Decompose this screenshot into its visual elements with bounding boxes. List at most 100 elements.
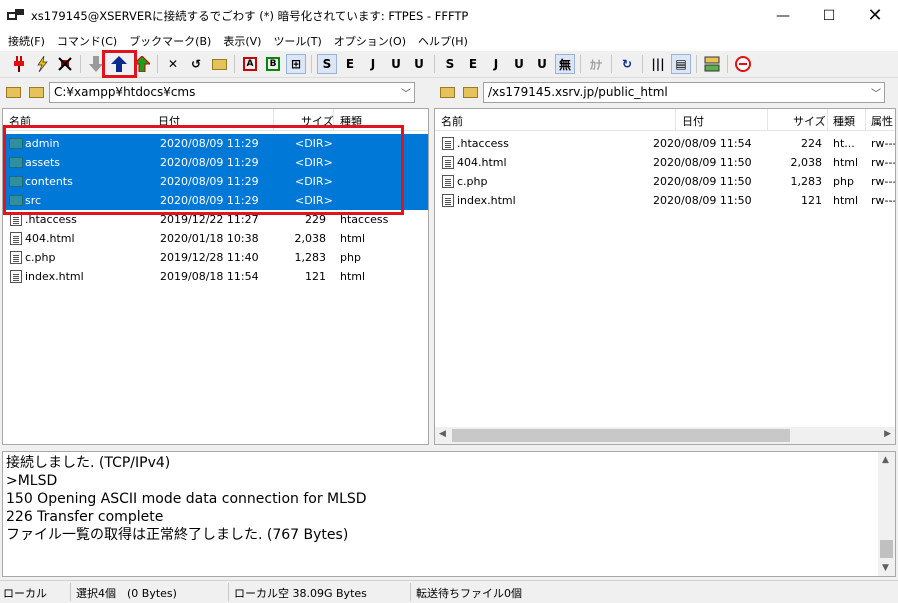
scrollbar-thumb[interactable] bbox=[880, 540, 893, 558]
remote-row-cphp[interactable]: c.php 2020/08/09 11:50 1,283 php rw--- bbox=[435, 172, 895, 191]
open-folder-icon bbox=[29, 86, 44, 98]
disconnect-button[interactable] bbox=[55, 54, 75, 74]
remote-jis-button[interactable]: J bbox=[486, 54, 506, 74]
file-attr: rw--- bbox=[871, 194, 896, 207]
close-button[interactable]: ✕ bbox=[852, 0, 898, 31]
detail-view-button[interactable]: ▤ bbox=[671, 54, 691, 74]
list-view-button[interactable]: ||| bbox=[648, 54, 668, 74]
scroll-right-icon[interactable]: ▶ bbox=[884, 429, 891, 439]
file-icon bbox=[442, 156, 454, 169]
remote-file-list[interactable]: 名前 日付 サイズ 種類 属性 .htaccess 2020/08/09 11:… bbox=[434, 108, 896, 445]
minimize-button[interactable]: — bbox=[760, 0, 806, 31]
column-divider[interactable] bbox=[675, 109, 676, 131]
menu-bookmark[interactable]: ブックマーク(B) bbox=[123, 33, 217, 49]
delete-button[interactable]: ✕ bbox=[163, 54, 183, 74]
column-header-size[interactable]: サイズ bbox=[793, 113, 826, 129]
file-attr: rw--- bbox=[871, 175, 896, 188]
file-row-index[interactable]: index.html 2019/08/18 11:54 121 html bbox=[3, 267, 428, 286]
menu-connect[interactable]: 接続(F) bbox=[2, 33, 51, 49]
auto-mode-button[interactable]: ⊞ bbox=[286, 54, 306, 74]
local-path-combo[interactable]: C:¥xampp¥htdocs¥cms ﹀ bbox=[49, 81, 415, 103]
connect-button[interactable] bbox=[9, 54, 29, 74]
file-type: ht... bbox=[833, 137, 855, 150]
remote-row-index[interactable]: index.html 2020/08/09 11:50 121 html rw-… bbox=[435, 191, 895, 210]
ffftp-window: xs179145@XSERVERに接続するでごわす (*) 暗号化されています:… bbox=[0, 0, 898, 603]
file-date: 2020/08/09 11:54 bbox=[653, 137, 752, 150]
menu-options[interactable]: オプション(O) bbox=[328, 33, 412, 49]
remote-open-folder-button[interactable] bbox=[461, 83, 480, 101]
binary-mode-button[interactable]: B bbox=[263, 54, 283, 74]
title-bar: xs179145@XSERVERに接続するでごわす (*) 暗号化されています:… bbox=[0, 0, 898, 31]
remote-row-htaccess[interactable]: .htaccess 2020/08/09 11:54 224 ht... rw-… bbox=[435, 134, 895, 153]
file-name: .htaccess bbox=[457, 137, 509, 150]
menu-view[interactable]: 表示(V) bbox=[217, 33, 267, 49]
file-type: html bbox=[340, 232, 366, 245]
upload-highlight-box bbox=[102, 50, 137, 78]
local-euc-button[interactable]: E bbox=[340, 54, 360, 74]
column-header-date[interactable]: 日付 bbox=[682, 113, 704, 129]
menu-help[interactable]: ヘルプ(H) bbox=[412, 33, 474, 49]
rename-button[interactable]: ↺ bbox=[186, 54, 206, 74]
file-size: 224 bbox=[801, 137, 822, 150]
scrollbar-thumb[interactable] bbox=[452, 429, 790, 442]
file-type: php bbox=[340, 251, 361, 264]
stop-button[interactable] bbox=[733, 54, 753, 74]
toolbar-separator bbox=[642, 55, 643, 73]
mkdir-button[interactable] bbox=[209, 54, 229, 74]
remote-utf8bom-button[interactable]: U bbox=[532, 54, 552, 74]
local-parent-folder-button[interactable] bbox=[4, 83, 23, 101]
menu-command[interactable]: コマンド(C) bbox=[51, 33, 123, 49]
log-panel[interactable]: 接続しました. (TCP/IPv4) >MLSD 150 Opening ASC… bbox=[2, 451, 896, 577]
local-sjis-button[interactable]: S bbox=[317, 54, 337, 74]
file-row-cphp[interactable]: c.php 2019/12/28 11:40 1,283 php bbox=[3, 248, 428, 267]
kana-convert-button[interactable]: ｶﾅ bbox=[586, 54, 606, 74]
file-size: 121 bbox=[305, 270, 326, 283]
log-line: 150 Opening ASCII mode data connection f… bbox=[6, 491, 367, 507]
column-header-type[interactable]: 種類 bbox=[833, 113, 855, 129]
local-jis-button[interactable]: J bbox=[363, 54, 383, 74]
remote-sjis-button[interactable]: S bbox=[440, 54, 460, 74]
file-date: 2020/08/09 11:50 bbox=[653, 156, 752, 169]
scroll-left-icon[interactable]: ◀ bbox=[439, 429, 446, 439]
toolbar-separator bbox=[80, 55, 81, 73]
status-selection: 選択4個 (0 Bytes) bbox=[76, 587, 177, 600]
column-header-name[interactable]: 名前 bbox=[441, 113, 463, 129]
window-title: xs179145@XSERVERに接続するでごわす (*) 暗号化されています:… bbox=[31, 8, 469, 23]
scroll-up-icon[interactable]: ▲ bbox=[882, 455, 889, 465]
remote-parent-folder-button[interactable] bbox=[438, 83, 457, 101]
remote-horizontal-scrollbar[interactable]: ◀ ▶ bbox=[435, 427, 895, 444]
scroll-down-icon[interactable]: ▼ bbox=[882, 563, 889, 573]
status-free-space: ローカル空 38.09G Bytes bbox=[234, 587, 367, 600]
file-icon bbox=[442, 194, 454, 207]
quick-connect-button[interactable] bbox=[32, 54, 52, 74]
remote-euc-button[interactable]: E bbox=[463, 54, 483, 74]
column-divider[interactable] bbox=[827, 109, 828, 131]
menu-tools[interactable]: ツール(T) bbox=[267, 33, 327, 49]
no-conversion-button[interactable]: 無 bbox=[555, 54, 575, 74]
toolbar-separator bbox=[727, 55, 728, 73]
column-divider[interactable] bbox=[767, 109, 768, 131]
file-name: c.php bbox=[25, 251, 56, 264]
local-utf8bom-button[interactable]: U bbox=[409, 54, 429, 74]
file-date: 2020/08/09 11:50 bbox=[653, 194, 752, 207]
log-vertical-scrollbar[interactable]: ▲ ▼ bbox=[878, 452, 895, 576]
remote-path-combo[interactable]: /xs179145.xsrv.jp/public_html ﹀ bbox=[483, 81, 885, 103]
file-icon bbox=[10, 251, 22, 264]
file-row-404[interactable]: 404.html 2020/01/18 10:38 2,038 html bbox=[3, 229, 428, 248]
column-header-attr[interactable]: 属性 bbox=[871, 113, 893, 129]
file-icon bbox=[442, 137, 454, 150]
remote-utf8-button[interactable]: U bbox=[509, 54, 529, 74]
maximize-button[interactable]: ☐ bbox=[806, 0, 852, 31]
remote-row-404[interactable]: 404.html 2020/08/09 11:50 2,038 html rw-… bbox=[435, 153, 895, 172]
column-divider[interactable] bbox=[865, 109, 866, 131]
file-size: 1,283 bbox=[790, 175, 823, 188]
menu-bar: 接続(F) コマンド(C) ブックマーク(B) 表示(V) ツール(T) オプシ… bbox=[0, 31, 898, 51]
ascii-mode-button[interactable]: A bbox=[240, 54, 260, 74]
local-open-folder-button[interactable] bbox=[27, 83, 46, 101]
refresh-button[interactable]: ↻ bbox=[617, 54, 637, 74]
local-utf8-button[interactable]: U bbox=[386, 54, 406, 74]
sync-folder-button[interactable] bbox=[702, 54, 722, 74]
status-separator bbox=[228, 583, 229, 601]
selection-highlight-box bbox=[3, 125, 404, 215]
file-icon bbox=[10, 270, 22, 283]
